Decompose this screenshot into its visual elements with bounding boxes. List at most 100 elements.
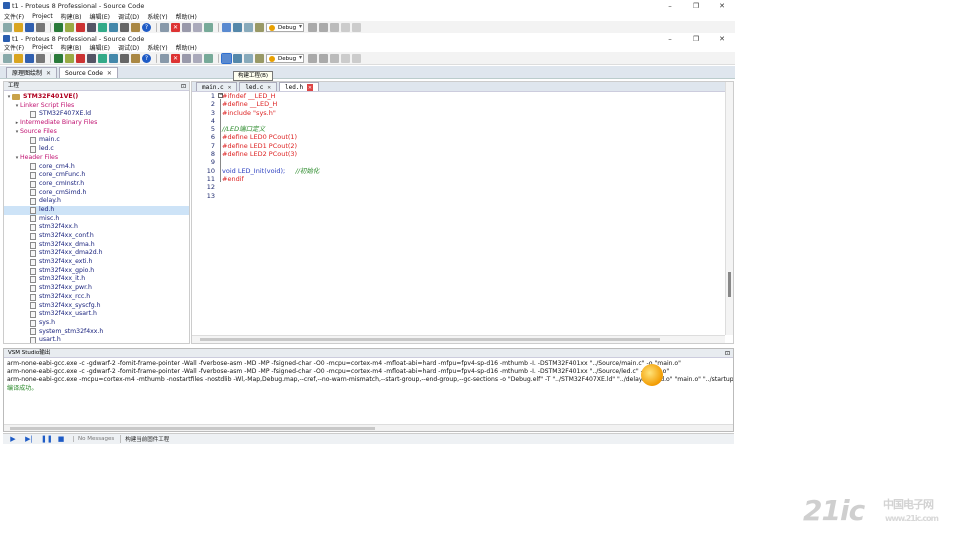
tree-file[interactable]: system_stm32f4xx.h <box>4 328 189 337</box>
pause-icon[interactable]: ❚❚ <box>41 435 53 443</box>
menu-build[interactable]: 构建(B) <box>61 12 82 21</box>
editor-horizontal-scrollbar[interactable] <box>192 335 725 343</box>
undo-icon[interactable] <box>308 22 317 32</box>
paste-icon[interactable] <box>193 53 202 63</box>
code-line[interactable]: void LED_Init(void); //初始化 <box>222 167 723 175</box>
code-line[interactable]: #define __LED_H <box>222 100 723 108</box>
step-icon[interactable]: ▶| <box>25 435 33 443</box>
source-code-icon[interactable] <box>120 22 129 32</box>
save-icon[interactable] <box>25 53 34 63</box>
help-icon[interactable]: ? <box>142 53 151 63</box>
tree-file[interactable]: stm32f4xx_dma2d.h <box>4 249 189 258</box>
new-file-icon[interactable] <box>3 53 12 63</box>
close-icon[interactable]: ✕ <box>46 70 51 77</box>
tree-file[interactable]: stm32f4xx_gpio.h <box>4 267 189 276</box>
source-code-icon[interactable] <box>120 53 129 63</box>
gallery-icon[interactable] <box>87 22 96 32</box>
scroll-thumb[interactable] <box>728 272 731 297</box>
tree-root[interactable]: ▾ STM32F401VE() <box>4 93 189 102</box>
tree-file[interactable]: stm32f4xx_rcc.h <box>4 293 189 302</box>
delete-icon[interactable]: ✕ <box>171 22 180 32</box>
code-line[interactable]: #endif <box>222 175 723 183</box>
indent-icon[interactable] <box>330 22 339 32</box>
build-config-select[interactable]: Debug <box>266 22 304 32</box>
tree-file[interactable]: core_cmFunc.h <box>4 171 189 180</box>
code-lines[interactable]: #ifndef __LED_H #define __LED_H #include "… <box>222 92 723 200</box>
tree-file[interactable]: delay.h <box>4 197 189 206</box>
tree-file[interactable]: core_cmSimd.h <box>4 189 189 198</box>
delete-icon[interactable]: ✕ <box>171 53 180 63</box>
settings-icon[interactable] <box>255 53 264 63</box>
home-icon[interactable] <box>54 22 63 32</box>
tree-group[interactable]: ▾ Header Files <box>4 154 189 163</box>
code-line[interactable]: #define LED2 PCout(3) <box>222 150 723 158</box>
tree-file[interactable]: core_cmInstr.h <box>4 180 189 189</box>
gallery-icon[interactable] <box>87 53 96 63</box>
code-line[interactable] <box>222 192 723 200</box>
close-icon[interactable]: ✕ <box>709 0 735 12</box>
editor-vertical-scrollbar[interactable] <box>725 82 733 335</box>
print-icon[interactable] <box>352 53 361 63</box>
schematic-icon[interactable] <box>65 53 74 63</box>
open-folder-icon[interactable] <box>14 53 23 63</box>
rebuild-icon[interactable] <box>233 22 242 32</box>
import-icon[interactable] <box>36 53 45 63</box>
indent-icon[interactable] <box>330 53 339 63</box>
copy-icon[interactable] <box>182 53 191 63</box>
code-editor[interactable]: main.c ✕ led.c ✕ led.h ✕ 1 2 3 4 5 6 7 8 9 10 11 12 13 … <box>191 81 734 344</box>
tree-file[interactable]: led.c <box>4 145 189 154</box>
restore-icon[interactable]: ❐ <box>683 0 709 12</box>
menu-project[interactable]: Project <box>32 44 53 51</box>
undo-icon[interactable] <box>308 53 317 63</box>
tree-file[interactable]: stm32f4xx_usart.h <box>4 310 189 319</box>
menu-file[interactable]: 文件(F) <box>4 43 24 52</box>
code-line[interactable] <box>222 117 723 125</box>
tab-schematic[interactable]: 原理图绘制 ✕ <box>6 67 58 78</box>
tab-led-c[interactable]: led.c ✕ <box>239 82 277 91</box>
tree-file[interactable]: sys.h <box>4 319 189 328</box>
bom-icon[interactable] <box>98 53 107 63</box>
print-icon[interactable] <box>352 22 361 32</box>
build-config-select[interactable]: Debug <box>266 53 304 63</box>
menu-debug[interactable]: 调试(D) <box>118 43 139 52</box>
tree-file[interactable]: stm32f4xx_dma.h <box>4 241 189 250</box>
clean-icon[interactable] <box>244 53 253 63</box>
tree-file[interactable]: stm32f4xx.h <box>4 223 189 232</box>
pin-icon[interactable]: ⊡ <box>181 82 186 91</box>
open-folder-icon[interactable] <box>14 22 23 32</box>
menu-system[interactable]: 系统(Y) <box>147 43 167 52</box>
menu-build[interactable]: 构建(B) <box>61 43 82 52</box>
help-icon[interactable]: ? <box>142 22 151 32</box>
menu-debug[interactable]: 调试(D) <box>118 12 139 21</box>
redo-icon[interactable] <box>319 53 328 63</box>
tree-file[interactable]: misc.h <box>4 215 189 224</box>
notes-icon[interactable] <box>131 22 140 32</box>
design-explorer-icon[interactable] <box>109 53 118 63</box>
clean-icon[interactable] <box>244 22 253 32</box>
pin-icon[interactable]: ⊡ <box>725 349 730 358</box>
tree-file[interactable]: stm32f4xx_conf.h <box>4 232 189 241</box>
code-line[interactable] <box>222 158 723 166</box>
pcb-icon[interactable] <box>76 53 85 63</box>
tree-file[interactable]: main.c <box>4 136 189 145</box>
menu-edit[interactable]: 编辑(E) <box>89 43 109 52</box>
output-horizontal-scrollbar[interactable] <box>4 424 733 431</box>
code-line[interactable]: #define LED1 PCout(2) <box>222 142 723 150</box>
build-project-icon[interactable] <box>221 52 232 64</box>
code-line[interactable]: //LED端口定义 <box>222 125 723 133</box>
menu-edit[interactable]: 编辑(E) <box>89 12 109 21</box>
tree-file[interactable]: led.h <box>4 205 189 215</box>
code-line[interactable] <box>222 183 723 191</box>
scroll-thumb[interactable] <box>200 338 660 341</box>
tab-source-code[interactable]: Source Code ✕ <box>59 67 118 78</box>
home-icon[interactable] <box>54 53 63 63</box>
design-explorer-icon[interactable] <box>109 22 118 32</box>
settings-icon[interactable] <box>255 22 264 32</box>
tree-file[interactable]: STM32F407XE.ld <box>4 110 189 119</box>
copy-icon[interactable] <box>182 22 191 32</box>
bookmark-icon[interactable] <box>341 22 350 32</box>
output-text[interactable]: arm-none-eabi-gcc.exe -c -gdwarf-2 -fomi… <box>4 358 733 395</box>
tree-file[interactable]: stm32f4xx_it.h <box>4 275 189 284</box>
code-line[interactable]: #define LED0 PCout(1) <box>222 133 723 141</box>
minimize-icon[interactable]: – <box>657 0 683 12</box>
